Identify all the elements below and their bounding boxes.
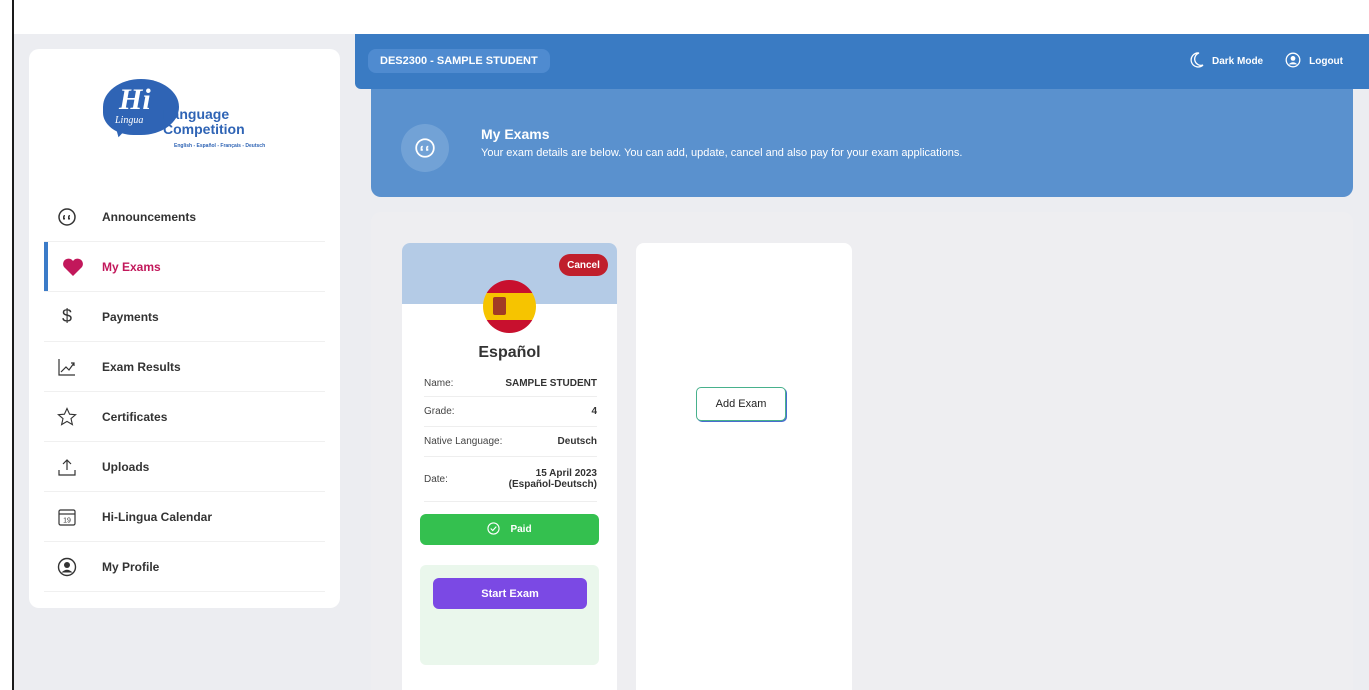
exam-language-pair: (Español-Deutsch) (508, 479, 597, 490)
add-exam-button[interactable]: Add Exam (696, 387, 786, 421)
logout-label: Logout (1309, 56, 1343, 67)
field-key: Grade: (424, 406, 455, 417)
calendar-icon: 19 (56, 506, 78, 528)
logo-line-2: Competition (163, 121, 245, 137)
logo-tagline: English - Español - Français - Deutsch (174, 143, 266, 149)
page-title: My Exams (481, 126, 550, 142)
sidebar-item-payments[interactable]: $ Payments (44, 292, 325, 342)
sidebar-item-my-profile[interactable]: My Profile (44, 542, 325, 592)
page-banner: My Exams Your exam details are below. Yo… (371, 89, 1353, 197)
field-key: Date: (424, 473, 448, 485)
dark-mode-label: Dark Mode (1212, 56, 1264, 67)
user-circle-icon (56, 556, 78, 578)
logout-button[interactable]: Logout (1285, 52, 1343, 71)
exam-date: 15 April 2023 (535, 468, 597, 479)
field-key: Name: (424, 377, 454, 389)
user-badge: DES2300 - SAMPLE STUDENT (368, 49, 550, 73)
quote-bubble-icon (56, 206, 78, 228)
sidebar-item-label: My Exams (102, 259, 161, 274)
sidebar-item-label: Uploads (102, 459, 150, 474)
field-value: 15 April 2023 (Español-Deutsch) (509, 468, 597, 490)
exam-field-grade: Grade: 4 (424, 397, 597, 427)
top-bar: DES2300 - SAMPLE STUDENT Dark Mode Logou… (355, 34, 1369, 89)
field-value: SAMPLE STUDENT (505, 377, 597, 389)
sidebar-menu: Announcements My Exams $ Payments Exam R… (44, 192, 325, 592)
field-key: Native Language: (424, 436, 503, 447)
field-value: 4 (591, 406, 597, 417)
logo-lingua: Lingua (115, 115, 144, 126)
add-exam-card: Add Exam (636, 243, 852, 690)
start-exam-button[interactable]: Start Exam (433, 578, 587, 609)
field-value: Deutsch (557, 436, 597, 447)
sidebar-item-announcements[interactable]: Announcements (44, 192, 325, 242)
logo-line-1: Language (163, 106, 230, 122)
sidebar-item-label: My Profile (102, 559, 160, 574)
paid-status: Paid (420, 514, 599, 545)
sidebar-item-certificates[interactable]: Certificates (44, 392, 325, 442)
sidebar-item-uploads[interactable]: Uploads (44, 442, 325, 492)
sidebar-item-label: Certificates (102, 409, 168, 424)
calendar-day: 19 (63, 517, 71, 524)
spain-flag-icon (483, 280, 536, 333)
dollar-icon: $ (61, 306, 72, 326)
logo-title: Language Competition (163, 107, 245, 137)
page-margin-left (0, 0, 12, 690)
heart-icon (62, 256, 84, 278)
start-exam-panel: Start Exam (420, 565, 599, 665)
trend-chart-icon (56, 356, 78, 378)
exam-language: Español (478, 344, 541, 361)
sidebar-item-label: Payments (102, 309, 159, 324)
hi-lingua-logo[interactable]: Hi Lingua Language Competition English -… (103, 79, 273, 159)
moon-icon (1190, 52, 1204, 71)
paid-label: Paid (510, 524, 532, 535)
exam-field-native-language: Native Language: Deutsch (424, 427, 597, 457)
sidebar: Hi Lingua Language Competition English -… (29, 49, 340, 608)
star-icon (56, 406, 78, 428)
page-subtitle: Your exam details are below. You can add… (481, 147, 963, 159)
logo-hi: Hi (119, 83, 151, 116)
sidebar-item-label: Exam Results (102, 359, 181, 374)
page-margin-top (12, 0, 1369, 34)
cancel-button[interactable]: Cancel (559, 254, 608, 276)
quote-bubble-icon (401, 124, 449, 172)
user-circle-icon (1285, 52, 1301, 71)
sidebar-item-label: Hi-Lingua Calendar (102, 509, 213, 524)
sidebar-item-my-exams[interactable]: My Exams (44, 242, 325, 292)
sidebar-item-calendar[interactable]: 19 Hi-Lingua Calendar (44, 492, 325, 542)
window-edge (12, 0, 14, 690)
dark-mode-toggle[interactable]: Dark Mode (1190, 52, 1263, 71)
upload-icon (56, 456, 78, 478)
sidebar-item-exam-results[interactable]: Exam Results (44, 342, 325, 392)
exam-card: Cancel Español Name: SAMPLE STUDENT Grad… (402, 243, 617, 690)
exam-field-name: Name: SAMPLE STUDENT (424, 370, 597, 397)
exam-field-date: Date: 15 April 2023 (Español-Deutsch) (424, 457, 597, 502)
sidebar-item-label: Announcements (102, 209, 197, 224)
check-circle-icon (487, 521, 501, 538)
top-actions: Dark Mode Logout (1190, 52, 1343, 71)
